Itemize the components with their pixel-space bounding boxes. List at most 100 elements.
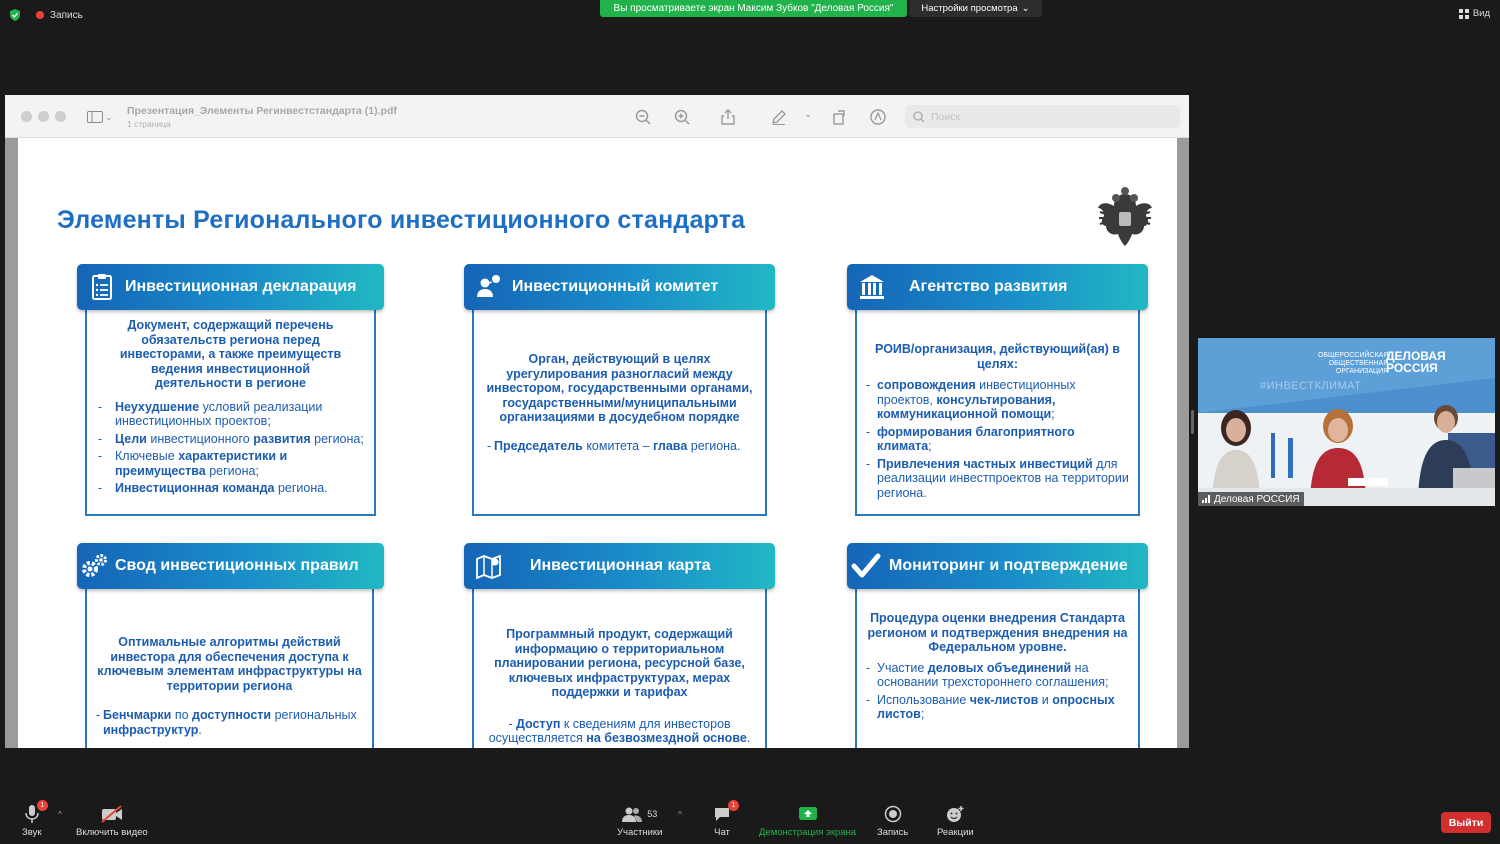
audio-badge: 1 [36,800,48,811]
record-label: Запись [877,827,909,838]
card-body: Процедура оценки внедрения Стандарта рег… [855,581,1140,748]
markup-menu-chevron-icon[interactable]: ⌄ [804,109,812,120]
meeting-top-bar: Запись Вы просматриваете экран Максим Зу… [0,0,1500,30]
reactions-label: Реакции [937,827,974,838]
reactions-button[interactable]: Реакции [937,804,974,838]
card-body: Программный продукт, содержащий информац… [472,581,767,748]
start-video-button[interactable]: Включить видео [76,804,148,838]
card-intro: Орган, действующий в целях урегулировани… [486,352,753,424]
record-button[interactable]: Запись [877,804,908,838]
logo-brand-line: РОССИЯ [1386,361,1438,375]
window-minimize-button[interactable] [38,111,49,122]
logo-line: ОРГАНИЗАЦИЯ [1335,368,1389,375]
card-list: Бенчмарки по доступности региональных ин… [93,708,366,737]
card-intro: РОИВ/организация, действующий(ая) в целя… [875,342,1120,371]
logo-brand: ДЕЛОВАЯ РОССИЯ [1386,350,1446,374]
list-item: - Доступ к сведениям для инвесторов осущ… [488,716,751,746]
card-header: Мониторинг и подтверждение [847,543,1148,589]
list-item: Цели инвестиционного развития региона; [95,432,366,447]
chevron-down-icon: ⌄ [105,111,113,122]
card-list: - Доступ к сведениям для инвесторов осущ… [480,717,759,746]
card-list: Неухудшение условий реализации инвестици… [95,400,366,496]
rotate-icon[interactable] [830,108,848,126]
panel-resize-handle[interactable] [1191,410,1194,434]
participants-button[interactable]: 53 Участники [617,804,662,838]
recording-indicator[interactable]: Запись [36,6,83,24]
card-investment-rules: Оптимальные алгоритмы действий инвестора… [77,543,384,748]
card-title: Агентство развития [909,278,1068,295]
audio-options-chevron-icon[interactable]: ^ [58,810,62,819]
document-canvas[interactable]: Элементы Регионального инвестиционного с… [5,138,1189,748]
card-monitoring: Процедура оценки внедрения Стандарта рег… [847,543,1148,748]
card-title: Свод инвестиционных правил [115,557,359,574]
pdf-viewer-window: ⌄ Презентация_Элементы Регинвестстандарт… [5,95,1189,748]
security-shield-icon[interactable] [8,8,22,22]
view-settings-label: Настройки просмотра [921,3,1018,14]
hashtag-text: #ИНВЕСТКЛИМАТ [1260,380,1362,392]
russian-emblem-icon [1098,187,1152,246]
card-investment-map: Программный продукт, содержащий информац… [464,543,775,748]
recording-label: Запись [50,9,83,21]
card-header: Инвестиционная карта [464,543,775,589]
meeting-controls-bar: 1 Звук ^ Включить видео 53 Участники ^ 1… [0,796,1500,844]
window-zoom-button[interactable] [55,111,66,122]
participants-options-chevron-icon[interactable]: ^ [678,810,682,819]
share-screen-button[interactable]: Демонстрация экрана [759,804,856,838]
card-intro: Процедура оценки внедрения Стандарта рег… [867,611,1128,654]
list-item: Привлечения частных инвестиций для реали… [863,457,1132,501]
sidebar-icon [87,111,103,123]
checkmark-icon [851,553,881,578]
view-settings-dropdown[interactable]: Настройки просмотра ⌄ [909,0,1042,17]
leave-meeting-button[interactable]: Выйти [1441,812,1491,833]
search-icon [913,110,925,122]
card-investment-declaration: Документ, содержащий перечень обязательс… [77,264,384,516]
gears-icon [82,554,107,577]
card-title: Инвестиционная карта [530,557,711,574]
window-close-button[interactable] [21,111,32,122]
audio-label: Звук [22,827,42,838]
smiley-plus-icon [947,806,964,822]
pdf-toolbar: ⌄ Презентация_Элементы Регинвестстандарт… [5,95,1189,138]
participant-video[interactable]: ОБЩЕРОССИЙСКАЯ ОБЩЕСТВЕННАЯ ОРГАНИЗАЦИЯ … [1198,338,1495,506]
view-button-label: Вид [1472,8,1490,19]
share-icon[interactable] [719,108,737,126]
zoom-in-icon[interactable] [673,108,691,126]
chat-button[interactable]: 1 Чат [713,800,739,838]
recording-dot-icon [36,11,44,19]
view-button[interactable]: Вид [1458,8,1490,19]
institution-icon [860,275,884,299]
video-off-icon [101,805,122,823]
card-title: Мониторинг и подтверждение [889,557,1128,574]
list-item: Ключевые характеристики и преимущества р… [95,449,366,478]
search-field[interactable]: Поиск [905,105,1180,128]
list-item: Участие деловых объединений на основании… [863,661,1132,690]
participants-label: Участники [617,827,663,838]
card-header: Инвестиционная декларация [77,264,384,310]
annotate-icon[interactable] [869,108,887,126]
slide-title: Элементы Регионального инвестиционного с… [57,206,746,234]
list-item: Председатель комитета – глава региона. [484,439,759,454]
card-intro: Программный продукт, содержащий информац… [494,627,745,699]
audio-button[interactable]: 1 Звук [22,800,48,838]
document-title: Презентация_Элементы Регинвестстандарта … [127,105,397,117]
card-intro: Оптимальные алгоритмы действий инвестора… [97,635,362,693]
card-body: Документ, содержащий перечень обязательс… [85,302,376,516]
card-development-agency: РОИВ/организация, действующий(ая) в целя… [847,264,1148,516]
card-list: Участие деловых объединений на основании… [863,661,1132,722]
card-body: Оптимальные алгоритмы действий инвестора… [85,581,374,748]
logo-caption: ОБЩЕРОССИЙСКАЯ ОБЩЕСТВЕННАЯ ОРГАНИЗАЦИЯ [1318,352,1388,376]
card-list: сопровождения инвестиционных проектов, к… [863,378,1132,500]
zoom-out-icon[interactable] [634,108,652,126]
page-count: 1 страница [127,119,171,129]
chevron-down-icon: ⌄ [1021,3,1030,14]
card-body: РОИВ/организация, действующий(ая) в целя… [855,302,1140,516]
card-investment-committee: Орган, действующий в целях урегулировани… [464,264,775,516]
markup-pen-icon[interactable] [770,108,788,126]
list-item: Использование чек-листов и опросных лист… [863,693,1132,722]
sidebar-toggle-button[interactable]: ⌄ [87,108,115,126]
participant-name-tag: Деловая РОССИЯ [1198,492,1304,506]
slide-page: Элементы Регионального инвестиционного с… [18,138,1177,748]
chat-label: Чат [714,827,730,838]
list-item: Неухудшение условий реализации инвестици… [95,400,366,429]
card-header: Инвестиционный комитет [464,264,775,310]
